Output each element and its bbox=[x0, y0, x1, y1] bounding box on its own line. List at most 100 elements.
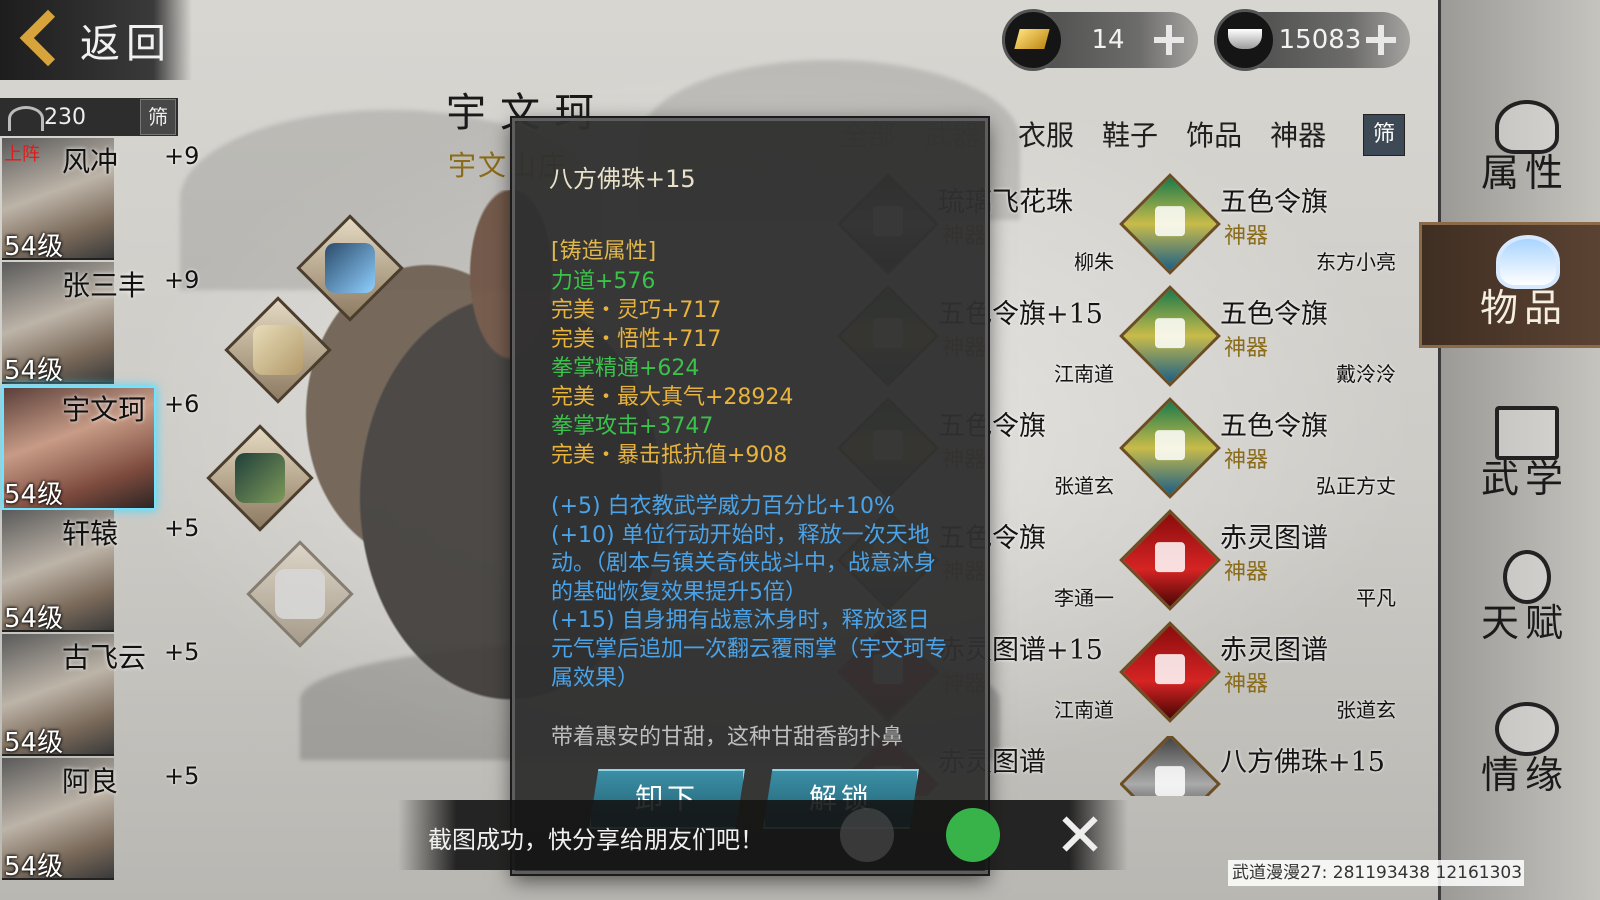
book-icon bbox=[1119, 621, 1221, 723]
hero-upgrade: +9 bbox=[164, 266, 200, 294]
stat-line: 拳掌精通+624 bbox=[551, 356, 700, 381]
gold-amount: 14 bbox=[1091, 25, 1125, 55]
hero-name: 阿良 bbox=[62, 765, 119, 798]
stat-line: 完美・暴击抵抗值+908 bbox=[551, 443, 788, 468]
hero-card[interactable]: 轩辕 +5 54级 bbox=[0, 510, 200, 634]
item-type: 神器 bbox=[1224, 672, 1269, 697]
item-owner: 张道玄 bbox=[1336, 698, 1396, 722]
item-type: 神器 bbox=[1224, 336, 1269, 361]
roster-icon bbox=[4, 102, 44, 132]
item-name: 五色令旗 bbox=[1220, 411, 1328, 442]
hero-card[interactable]: 张三丰 +9 54级 bbox=[0, 262, 200, 386]
silver-ingot-icon bbox=[1214, 9, 1276, 71]
wechat-icon[interactable] bbox=[840, 808, 894, 862]
inventory-item[interactable]: 五色令旗 神器 弘正方丈 bbox=[1119, 397, 1400, 506]
flag-icon bbox=[1119, 173, 1221, 275]
item-owner: 戴泠泠 bbox=[1336, 362, 1396, 386]
hero-upgrade: +5 bbox=[164, 762, 200, 790]
bead-icon bbox=[1120, 736, 1221, 796]
inventory-item[interactable]: 八方佛珠+15 bbox=[1120, 736, 1400, 796]
sidebar-label: 武学 bbox=[1481, 457, 1570, 501]
item-owner: 江南道 bbox=[1054, 362, 1114, 386]
inventory-item[interactable]: 赤灵图谱 神器 张道玄 bbox=[1119, 621, 1400, 730]
hero-name: 轩辕 bbox=[62, 517, 119, 550]
refine-effects: (+5) 白衣教武学威力百分比+10% (+10) 单位行动开始时，释放一次天地… bbox=[551, 493, 951, 693]
deployed-tag: 上阵 bbox=[4, 144, 40, 165]
gold-ingot-icon bbox=[1002, 9, 1064, 71]
stat-line: 拳掌攻击+3747 bbox=[551, 414, 714, 439]
inventory-item[interactable]: 五色令旗 神器 东方小亮 bbox=[1119, 173, 1400, 282]
hero-card-selected[interactable]: 宇文珂 +6 54级 bbox=[0, 386, 200, 510]
popup-item-title: 八方佛珠+15 bbox=[549, 165, 696, 193]
sidebar-item-bond[interactable]: 情缘 bbox=[1441, 692, 1600, 812]
tab-clothes[interactable]: 衣服 bbox=[1004, 114, 1088, 154]
item-name: 八方佛珠+15 bbox=[1220, 747, 1385, 778]
hero-name: 古飞云 bbox=[62, 641, 147, 674]
flag-icon bbox=[1119, 397, 1221, 499]
item-filter-button[interactable]: 筛 bbox=[1363, 114, 1405, 156]
back-button[interactable]: 返回 bbox=[0, 0, 192, 80]
hero-upgrade: +6 bbox=[164, 390, 200, 418]
close-icon[interactable] bbox=[1058, 812, 1102, 856]
item-name: 赤灵图谱 bbox=[1220, 523, 1328, 554]
inventory-item[interactable]: 赤灵图谱 神器 平凡 bbox=[1119, 509, 1400, 618]
gold-currency: 14 bbox=[1002, 9, 1198, 71]
hero-upgrade: +5 bbox=[164, 514, 200, 542]
hero-level: 54级 bbox=[4, 852, 64, 882]
sidebar-item-attributes[interactable]: 属性 bbox=[1441, 90, 1600, 210]
cloak-icon bbox=[253, 325, 303, 375]
hero-name: 宇文珂 bbox=[62, 393, 147, 426]
moments-icon[interactable] bbox=[946, 808, 1000, 862]
item-owner: 李通一 bbox=[1054, 586, 1114, 610]
item-name: 赤灵图谱 bbox=[1220, 635, 1328, 666]
hero-card[interactable]: 上阵 风冲 +9 54级 bbox=[0, 138, 200, 262]
hero-name: 风冲 bbox=[62, 145, 119, 178]
sidebar-item-talent[interactable]: 天赋 bbox=[1441, 540, 1600, 660]
screenshot-share-bar: 截图成功，快分享给朋友们吧！ bbox=[398, 800, 1128, 870]
effect-line: (+5) 白衣教武学威力百分比+10% bbox=[551, 494, 895, 519]
roster-count-bar: 230 筛 bbox=[0, 98, 178, 136]
add-silver-button[interactable] bbox=[1364, 23, 1398, 57]
sidebar-item-items[interactable]: 物品 bbox=[1419, 222, 1600, 348]
right-sidebar: 属性 物品 武学 天赋 情缘 bbox=[1419, 0, 1600, 900]
hero-name: 张三丰 bbox=[62, 269, 147, 302]
book-icon bbox=[1119, 509, 1221, 611]
item-owner: 东方小亮 bbox=[1316, 250, 1396, 274]
stat-line: 完美・最大真气+28924 bbox=[551, 385, 794, 410]
item-name: 五色令旗 bbox=[1220, 187, 1328, 218]
effect-line: (+10) 单位行动开始时，释放一次天地动。（剧本与镇关奇侠战斗中，战意沐身的基… bbox=[551, 522, 937, 605]
item-name: 五色令旗 bbox=[1220, 299, 1328, 330]
gauntlet-icon bbox=[325, 243, 375, 293]
sidebar-label: 物品 bbox=[1480, 286, 1569, 330]
silver-currency: 15083 bbox=[1214, 9, 1410, 71]
tab-shoes[interactable]: 鞋子 bbox=[1088, 114, 1172, 154]
hero-card[interactable]: 古飞云 +5 54级 bbox=[0, 634, 200, 758]
hero-level: 54级 bbox=[4, 480, 64, 510]
hero-upgrade: +5 bbox=[164, 638, 200, 666]
item-owner: 弘正方丈 bbox=[1316, 474, 1396, 498]
item-type: 神器 bbox=[1224, 560, 1269, 585]
silver-amount: 15083 bbox=[1278, 25, 1362, 55]
hero-level: 54级 bbox=[4, 356, 64, 386]
mask-icon bbox=[235, 453, 285, 503]
item-type: 神器 bbox=[1224, 448, 1269, 473]
sidebar-item-martial-arts[interactable]: 武学 bbox=[1441, 396, 1600, 516]
inventory-item[interactable]: 五色令旗 神器 戴泠泠 bbox=[1119, 285, 1400, 394]
flag-icon bbox=[1119, 285, 1221, 387]
stat-line: 完美・灵巧+717 bbox=[551, 298, 722, 323]
tab-artifact[interactable]: 神器 bbox=[1256, 114, 1340, 154]
roster-filter-button[interactable]: 筛 bbox=[140, 99, 176, 135]
back-label: 返回 bbox=[80, 21, 172, 67]
hero-level: 54级 bbox=[4, 232, 64, 262]
roster-count: 230 bbox=[44, 104, 86, 130]
item-flavor-text: 带着惠安的甘甜，这种甘甜香韵扑鼻 bbox=[551, 725, 904, 750]
empty-slot-icon bbox=[275, 569, 325, 619]
add-gold-button[interactable] bbox=[1152, 23, 1186, 57]
server-info: 武道漫漫27: 281193438 12161303 bbox=[1228, 860, 1524, 886]
hero-upgrade: +9 bbox=[164, 142, 200, 170]
hero-level: 54级 bbox=[4, 604, 64, 634]
item-owner: 平凡 bbox=[1356, 586, 1396, 610]
hero-card[interactable]: 阿良 +5 54级 bbox=[0, 758, 200, 882]
stat-line: 完美・悟性+717 bbox=[551, 327, 722, 352]
tab-accessory[interactable]: 饰品 bbox=[1172, 114, 1256, 154]
